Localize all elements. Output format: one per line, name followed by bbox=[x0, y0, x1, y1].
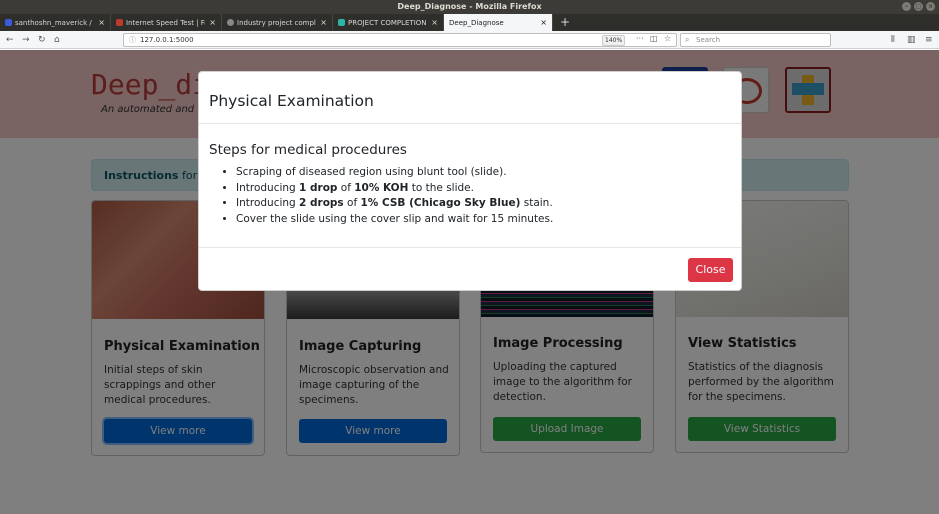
window-titlebar: Deep_Diagnose - Mozilla Firefox – □ × bbox=[0, 0, 939, 14]
bookmark-star-icon[interactable]: ☆ bbox=[664, 34, 671, 43]
url-text[interactable]: 127.0.0.1:5000 bbox=[140, 36, 194, 44]
step-text: Cover the slide using the cover slip and… bbox=[236, 212, 554, 225]
tab-label: Deep_Diagnose bbox=[449, 18, 504, 27]
zoom-badge[interactable]: 140% bbox=[602, 35, 626, 46]
step-item: Introducing 2 drops of 1% CSB (Chicago S… bbox=[236, 196, 553, 212]
tab-label: Industry project comple bbox=[237, 18, 317, 27]
tab-close-icon[interactable]: × bbox=[320, 18, 327, 27]
close-window-icon[interactable]: × bbox=[926, 2, 935, 11]
close-button[interactable]: Close bbox=[688, 258, 733, 282]
new-tab-icon[interactable]: + bbox=[553, 14, 577, 31]
search-bar[interactable]: ⌕ Search bbox=[680, 33, 831, 47]
step-text: Scraping of diseased region using blunt … bbox=[236, 166, 507, 178]
library-icon[interactable]: ⫴ bbox=[891, 34, 895, 46]
procedure-steps: Scraping of diseased region using blunt … bbox=[236, 165, 553, 227]
tab-favicon-icon bbox=[116, 19, 123, 26]
step-emphasis: 1% CSB (Chicago Sky Blue) bbox=[360, 197, 521, 209]
tab-close-icon[interactable]: × bbox=[98, 18, 105, 27]
tab-favicon-icon bbox=[338, 19, 345, 26]
step-text: of bbox=[337, 181, 355, 194]
step-item: Introducing 1 drop of 10% KOH to the sli… bbox=[236, 181, 553, 197]
step-item: Scraping of diseased region using blunt … bbox=[236, 165, 553, 181]
step-emphasis: 10% KOH bbox=[354, 181, 409, 194]
modal-footer: Close bbox=[199, 247, 741, 292]
tab-close-icon[interactable]: × bbox=[540, 18, 547, 27]
step-text: to the slide. bbox=[408, 181, 474, 194]
tab-1[interactable]: santhoshn_maverick / d × bbox=[0, 14, 111, 31]
modal-subtitle: Steps for medical procedures bbox=[209, 142, 407, 158]
tab-close-icon[interactable]: × bbox=[431, 18, 438, 27]
step-emphasis: 2 drops bbox=[299, 197, 344, 209]
sidebar-icon[interactable]: ▥ bbox=[907, 34, 916, 46]
tab-label: santhoshn_maverick / d bbox=[15, 18, 95, 27]
url-bar[interactable]: ⓘ 127.0.0.1:5000 ··· 140% ◫ ☆ bbox=[123, 33, 677, 47]
pocket-icon[interactable]: ◫ bbox=[650, 34, 658, 43]
tab-label: PROJECT COMPLETION bbox=[348, 18, 427, 27]
nav-bar: ← → ↻ ⌂ ⓘ 127.0.0.1:5000 ··· 140% ◫ ☆ ⌕ … bbox=[0, 31, 939, 49]
physical-examination-modal: Physical Examination Steps for medical p… bbox=[198, 71, 742, 291]
step-item: Cover the slide using the cover slip and… bbox=[236, 212, 553, 228]
tab-4[interactable]: PROJECT COMPLETION × bbox=[333, 14, 444, 31]
tab-label: Internet Speed Test | Fa bbox=[126, 18, 206, 27]
tab-bar: santhoshn_maverick / d × Internet Speed … bbox=[0, 14, 939, 31]
tab-close-icon[interactable]: × bbox=[209, 18, 216, 27]
minimize-icon[interactable]: – bbox=[902, 2, 911, 11]
modal-header: Physical Examination bbox=[199, 72, 741, 124]
tab-favicon-icon bbox=[227, 19, 234, 26]
step-text: Introducing bbox=[236, 181, 300, 194]
maximize-icon[interactable]: □ bbox=[914, 2, 923, 11]
reload-icon[interactable]: ↻ bbox=[38, 34, 46, 46]
forward-icon[interactable]: → bbox=[22, 34, 30, 46]
window-title: Deep_Diagnose - Mozilla Firefox bbox=[397, 2, 542, 11]
page-content: Deep_di An automated and Instructions fo… bbox=[0, 50, 939, 514]
modal-title: Physical Examination bbox=[209, 92, 374, 110]
tab-3[interactable]: Industry project comple × bbox=[222, 14, 333, 31]
back-icon[interactable]: ← bbox=[6, 34, 14, 46]
tab-2[interactable]: Internet Speed Test | Fa × bbox=[111, 14, 222, 31]
tab-5[interactable]: Deep_Diagnose × bbox=[444, 14, 553, 31]
step-text: of bbox=[343, 197, 361, 209]
info-icon[interactable]: ⓘ bbox=[129, 35, 136, 45]
step-text: stain. bbox=[520, 197, 553, 209]
home-icon[interactable]: ⌂ bbox=[54, 34, 60, 46]
step-emphasis: 1 drop bbox=[299, 181, 338, 194]
search-icon: ⌕ bbox=[685, 35, 690, 44]
search-placeholder: Search bbox=[696, 36, 721, 44]
menu-icon[interactable]: ≡ bbox=[925, 34, 933, 46]
page-actions-icon[interactable]: ··· bbox=[636, 34, 644, 43]
tab-favicon-icon bbox=[5, 19, 12, 26]
step-text: Introducing bbox=[236, 197, 300, 209]
